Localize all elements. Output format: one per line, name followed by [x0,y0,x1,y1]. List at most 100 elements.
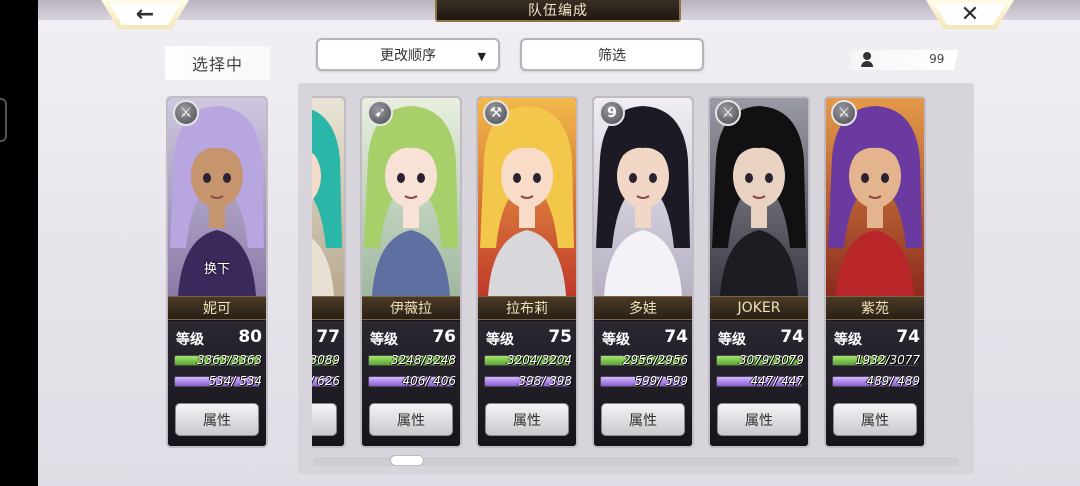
level-label: 等级 [602,332,630,348]
character-name-bar: 露迪 [312,296,344,320]
weapon-type-icon: ⚔ [173,100,199,126]
character-name: 伊薇拉 [390,301,432,317]
level-value: 74 [780,327,804,347]
person-icon [861,52,874,67]
character-name: 妮可 [203,301,231,317]
character-card[interactable]: ⚒ 拉布莉 等级 75 3204/3204 398/ 398 属性 [476,96,578,448]
unit-count: 99 [928,52,945,66]
character-portrait [478,98,576,296]
level-row: 等级 74 [718,327,804,348]
hp-value: 3204/3204 [506,353,572,367]
filter-button[interactable]: 筛选 [520,38,704,71]
character-portrait [312,98,344,296]
character-card[interactable]: ⚔ JOKER 等级 74 3079/3079 447/ 447 属性 [708,96,810,448]
character-portrait-art [478,98,576,296]
sort-order-label: 更改顺序 [380,47,436,64]
attributes-button[interactable]: 属性 [485,403,569,436]
scrollbar-thumb[interactable] [390,455,424,466]
level-label: 等级 [176,332,204,348]
character-name: 紫苑 [861,301,889,317]
character-portrait-art [710,98,808,296]
hp-value: 3363/3363 [196,353,262,367]
unit-count-display: 99 [848,50,958,70]
level-label: 等级 [718,332,746,348]
level-value: 76 [432,327,456,347]
hp-value: 3248/3248 [390,353,456,367]
character-card[interactable]: ⚔ 紫苑 等级 74 1932/3077 489/ 489 属性 [824,96,926,448]
mp-value: 534/ 534 [208,374,262,388]
sort-order-dropdown[interactable]: 更改顺序 ▼ [316,38,500,71]
attributes-button[interactable]: 属性 [717,403,801,436]
character-card[interactable]: 9 多娃 等级 74 2956/2956 599/ 599 属性 [592,96,694,448]
attributes-button[interactable]: 属性 [833,403,917,436]
level-value: 75 [548,327,572,347]
selecting-label: 选择中 [191,55,243,74]
mp-value: 447/ 447 [750,374,804,388]
edge-gesture-handle[interactable] [0,98,7,142]
level-row: 等级 74 [602,327,688,348]
mp-value: 398/ 398 [518,374,572,388]
filter-label: 筛选 [598,47,626,64]
hp-value: 1932/3077 [854,353,920,367]
character-card[interactable]: ➹ 伊薇拉 等级 76 3248/3248 406/ 406 属性 [360,96,462,448]
character-stats: 等级 80 3363/3363 534/ 534 属性 [168,321,266,446]
attributes-button[interactable]: 属性 [601,403,685,436]
character-stats: 等级 75 3204/3204 398/ 398 属性 [478,321,576,446]
hp-value: 3079/3079 [738,353,804,367]
back-arrow-icon: ← [135,1,155,27]
mp-value: 489/ 489 [866,374,920,388]
level-row: 等级 75 [486,327,572,348]
mp-value: 406/ 406 [402,374,456,388]
character-name: 拉布莉 [506,301,548,317]
level-value: 74 [896,327,920,347]
character-name-bar: JOKER [710,296,808,320]
character-portrait [826,98,924,296]
character-card-list[interactable]: 露迪 等级 77 /3089 / 626 属性 ➹ [312,93,972,455]
mp-value: 599/ 599 [634,374,688,388]
character-name-bar: 拉布莉 [478,296,576,320]
level-value: 77 [316,327,340,347]
character-portrait [362,98,460,296]
weapon-type-icon: ➹ [367,100,393,126]
character-stats: 等级 76 3248/3248 406/ 406 属性 [362,321,460,446]
level-label: 等级 [370,332,398,348]
weapon-type-icon: 9 [599,100,625,126]
character-name: JOKER [737,300,781,316]
character-stats: 等级 74 3079/3079 447/ 447 属性 [710,321,808,446]
character-portrait-art [594,98,692,296]
level-value: 74 [664,327,688,347]
character-card[interactable]: 露迪 等级 77 /3089 / 626 属性 [312,96,346,448]
selecting-tag: 选择中 [165,46,270,80]
level-row: 等级 80 [176,327,262,348]
close-icon: ✕ [960,1,980,27]
selected-character-card[interactable]: ⚔ 换下 妮可 等级 80 3363/3363 534/ 534 属性 [166,96,268,448]
character-stats: 等级 77 /3089 / 626 属性 [312,321,344,446]
page-title: 队伍编成 [528,3,588,19]
level-label: 等级 [834,332,862,348]
hp-value: /3089 [312,353,340,367]
level-label: 等级 [486,332,514,348]
team-formation-screen: ← ✕ 队伍编成 选择中 更改顺序 ▼ 筛选 99 ⚔ 换下 妮可 等级 80 … [38,0,1080,486]
attributes-button[interactable]: 属性 [312,403,337,436]
close-button[interactable]: ✕ [926,0,1014,29]
character-name: 多娃 [629,301,657,317]
attributes-button[interactable]: 属性 [175,403,259,436]
weapon-type-icon: ⚔ [831,100,857,126]
hp-value: 2956/2956 [622,353,688,367]
swap-out-label: 换下 [204,262,231,277]
character-portrait-art [312,98,344,296]
character-name-bar: 妮可 [168,296,266,320]
back-button[interactable]: ← [101,0,189,29]
character-name-bar: 伊薇拉 [362,296,460,320]
level-row: 等级 76 [370,327,456,348]
attributes-button[interactable]: 属性 [369,403,453,436]
character-portrait [594,98,692,296]
character-stats: 等级 74 2956/2956 599/ 599 属性 [594,321,692,446]
weapon-type-icon: ⚔ [715,100,741,126]
mp-value: / 626 [312,374,340,388]
level-row: 等级 74 [834,327,920,348]
level-value: 80 [238,327,262,347]
character-name-bar: 紫苑 [826,296,924,320]
title-plate: 队伍编成 [435,0,681,22]
system-edge [0,0,38,486]
